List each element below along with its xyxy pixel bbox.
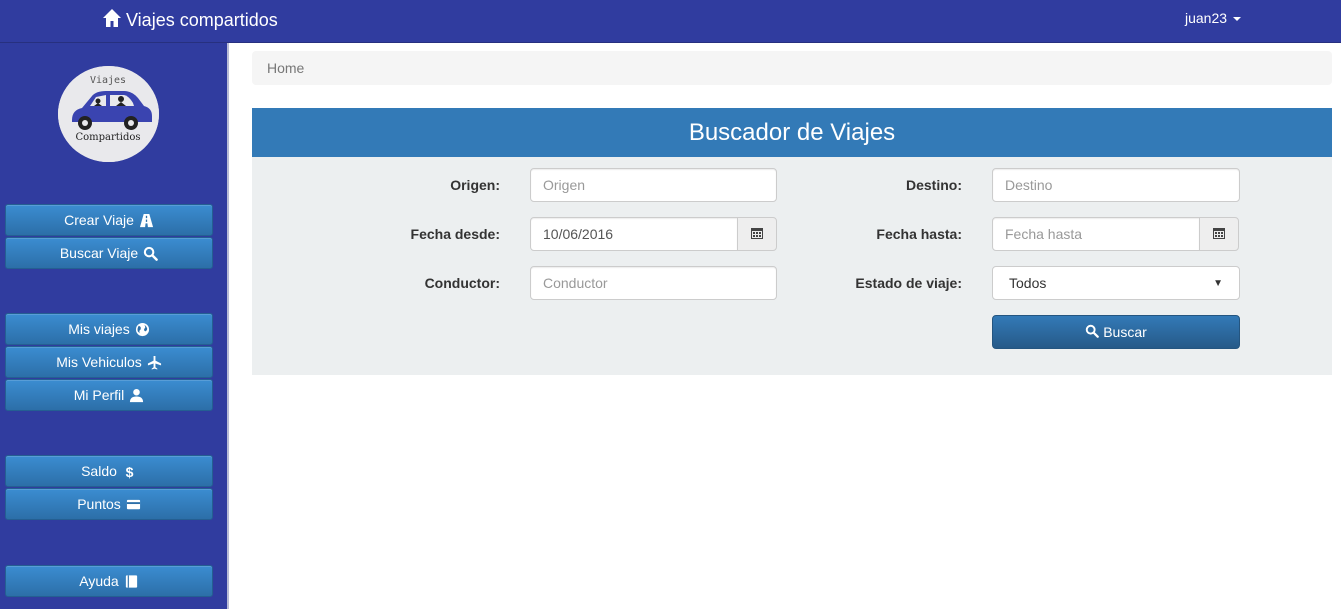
puntos-label: Puntos — [77, 496, 121, 512]
ayuda-button[interactable]: Ayuda — [5, 565, 213, 597]
plane-icon — [147, 355, 162, 370]
crear-viaje-button[interactable]: Crear Viaje — [5, 204, 213, 236]
conductor-input[interactable] — [530, 266, 777, 300]
search-panel: Buscador de Viajes Origen: Destino: Fech… — [252, 108, 1332, 375]
buscar-viaje-button[interactable]: Buscar Viaje — [5, 237, 213, 269]
mi-perfil-button[interactable]: Mi Perfil — [5, 379, 213, 411]
origen-input[interactable] — [530, 168, 777, 202]
saldo-label: Saldo — [81, 463, 117, 479]
search-icon — [143, 246, 158, 261]
estado-select[interactable]: Todos ▼ — [992, 266, 1240, 300]
user-dropdown[interactable]: juan23 — [1185, 10, 1242, 26]
breadcrumb-home[interactable]: Home — [267, 60, 304, 76]
sidebar: Viajes Compartidos Crear Viaje Buscar Vi… — [0, 43, 229, 609]
mis-viajes-label: Mis viajes — [68, 321, 130, 337]
calendar-icon — [1212, 226, 1226, 243]
estado-selected-value: Todos — [1009, 275, 1047, 291]
svg-text:$: $ — [126, 464, 134, 479]
buscar-button[interactable]: Buscar — [992, 315, 1240, 349]
panel-title: Buscador de Viajes — [252, 108, 1332, 157]
crear-viaje-label: Crear Viaje — [64, 212, 134, 228]
buscar-viaje-label: Buscar Viaje — [59, 245, 139, 261]
mis-vehiculos-button[interactable]: Mis Vehiculos — [5, 346, 213, 378]
breadcrumb: Home — [252, 51, 1332, 85]
user-icon — [129, 388, 144, 403]
fecha-desde-input[interactable] — [530, 217, 738, 251]
brand-title: Viajes compartidos — [126, 10, 278, 30]
fecha-hasta-calendar-button[interactable] — [1199, 217, 1239, 251]
puntos-button[interactable]: Puntos — [5, 488, 213, 520]
fecha-hasta-input[interactable] — [992, 217, 1200, 251]
caret-down-icon — [1233, 17, 1242, 21]
dropdown-arrow-icon: ▼ — [1213, 277, 1223, 289]
calendar-icon — [750, 226, 764, 243]
fecha-hasta-label: Fecha hasta: — [876, 226, 962, 242]
road-icon — [139, 213, 154, 228]
mi-perfil-label: Mi Perfil — [73, 387, 125, 403]
conductor-label: Conductor: — [424, 275, 500, 291]
globe-icon — [135, 322, 150, 337]
credit-card-icon — [126, 497, 141, 512]
buscar-label: Buscar — [1103, 324, 1147, 340]
mis-viajes-button[interactable]: Mis viajes — [5, 313, 213, 345]
dollar-icon: $ — [122, 464, 137, 479]
svg-text:Compartidos: Compartidos — [75, 132, 140, 143]
svg-text:Viajes: Viajes — [90, 75, 126, 86]
username: juan23 — [1185, 10, 1228, 26]
estado-label: Estado de viaje: — [855, 275, 962, 291]
app-logo: Viajes Compartidos — [58, 66, 159, 162]
destino-label: Destino: — [906, 177, 962, 193]
origen-label: Origen: — [450, 177, 500, 193]
brand-link[interactable]: Viajes compartidos — [102, 8, 278, 33]
fecha-desde-label: Fecha desde: — [410, 226, 500, 242]
top-navbar: Viajes compartidos juan23 — [0, 0, 1341, 43]
saldo-button[interactable]: Saldo $ — [5, 455, 213, 487]
book-icon — [124, 574, 139, 589]
destino-input[interactable] — [992, 168, 1240, 202]
search-icon — [1085, 324, 1100, 341]
mis-vehiculos-label: Mis Vehiculos — [56, 354, 142, 370]
fecha-desde-calendar-button[interactable] — [737, 217, 777, 251]
home-icon — [102, 8, 122, 33]
ayuda-label: Ayuda — [79, 573, 119, 589]
